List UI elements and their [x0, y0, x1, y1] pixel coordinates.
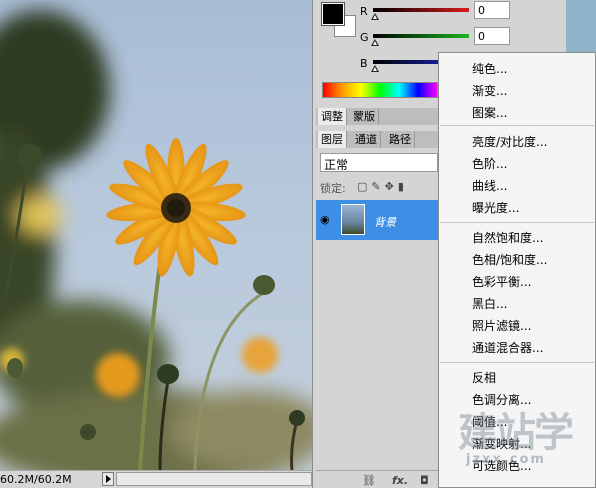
lock-label: 锁定: [320, 182, 346, 195]
lock-transparent-icon[interactable]: ▢ [357, 180, 371, 193]
menu-item-vibrance[interactable]: 自然饱和度... [472, 229, 543, 246]
green-slider[interactable] [373, 34, 469, 38]
horizontal-scrollbar[interactable] [116, 472, 312, 486]
document-canvas[interactable] [0, 0, 312, 470]
channel-label-b: B [360, 57, 368, 70]
lock-icons: ▢✎✥▮ [357, 180, 408, 193]
watermark-url: jzxx.com [466, 452, 546, 467]
menu-item-invert[interactable]: 反相 [472, 369, 496, 386]
channel-label-g: G [360, 31, 369, 44]
status-bar: 60.2M/60.2M [0, 470, 312, 488]
red-slider[interactable] [373, 8, 469, 12]
flower-photo [0, 0, 312, 470]
menu-item-gradient[interactable]: 渐变... [472, 82, 507, 99]
tab-adjustments[interactable]: 调整 [318, 108, 347, 125]
lock-paint-icon[interactable]: ✎ [371, 180, 384, 193]
tab-masks[interactable]: 蒙版 [350, 108, 379, 125]
menu-separator [440, 125, 594, 126]
menu-item-levels[interactable]: 色阶... [472, 155, 507, 172]
channel-label-r: R [360, 5, 368, 18]
tab-layers[interactable]: 图层 [318, 131, 347, 148]
layers-tabbar: 图层 通道 路径 [316, 131, 438, 148]
status-menu-arrow-icon[interactable] [102, 472, 114, 486]
red-slider-thumb[interactable] [371, 13, 379, 20]
link-icon[interactable]: ⛓ [362, 474, 376, 487]
lock-move-icon[interactable]: ✥ [385, 180, 398, 193]
mask-icon[interactable]: ◘ [420, 474, 429, 487]
adjustments-tabbar: 调整 蒙版 [316, 108, 438, 125]
tab-paths[interactable]: 路径 [386, 131, 415, 148]
menu-item-color-balance[interactable]: 色彩平衡... [472, 273, 531, 290]
menu-item-curves[interactable]: 曲线... [472, 177, 507, 194]
watermark-logo: 建站学 [458, 410, 574, 456]
menu-item-hue-saturation[interactable]: 色相/饱和度... [472, 251, 548, 268]
green-value-input[interactable]: 0 [474, 27, 510, 45]
menu-item-solid-color[interactable]: 纯色... [472, 60, 507, 77]
red-value-input[interactable]: 0 [474, 1, 510, 19]
menu-item-photo-filter[interactable]: 照片滤镜... [472, 317, 531, 334]
lock-all-icon[interactable]: ▮ [398, 180, 408, 193]
blend-mode-select[interactable]: 正常 [320, 153, 438, 172]
green-slider-thumb[interactable] [371, 39, 379, 46]
menu-item-pattern[interactable]: 图案... [472, 104, 507, 121]
layer-thumbnail [341, 204, 365, 235]
blue-slider-thumb[interactable] [371, 65, 379, 72]
menu-item-brightness-contrast[interactable]: 亮度/对比度... [472, 133, 548, 150]
layer-name: 背景 [374, 216, 396, 229]
menu-separator [440, 362, 594, 363]
menu-item-exposure[interactable]: 曝光度... [472, 199, 519, 216]
fx-icon[interactable]: fx. [392, 474, 408, 487]
menu-item-black-white[interactable]: 黑白... [472, 295, 507, 312]
menu-item-channel-mixer[interactable]: 通道混合器... [472, 339, 543, 356]
visibility-eye-icon[interactable]: ◉ [320, 213, 330, 226]
foreground-color-swatch[interactable] [321, 2, 345, 26]
document-size: 60.2M/60.2M [0, 473, 72, 486]
background-window-edge [566, 0, 596, 58]
color-spectrum-bar[interactable] [322, 82, 438, 98]
menu-separator [440, 222, 594, 223]
tab-channels[interactable]: 通道 [352, 131, 381, 148]
